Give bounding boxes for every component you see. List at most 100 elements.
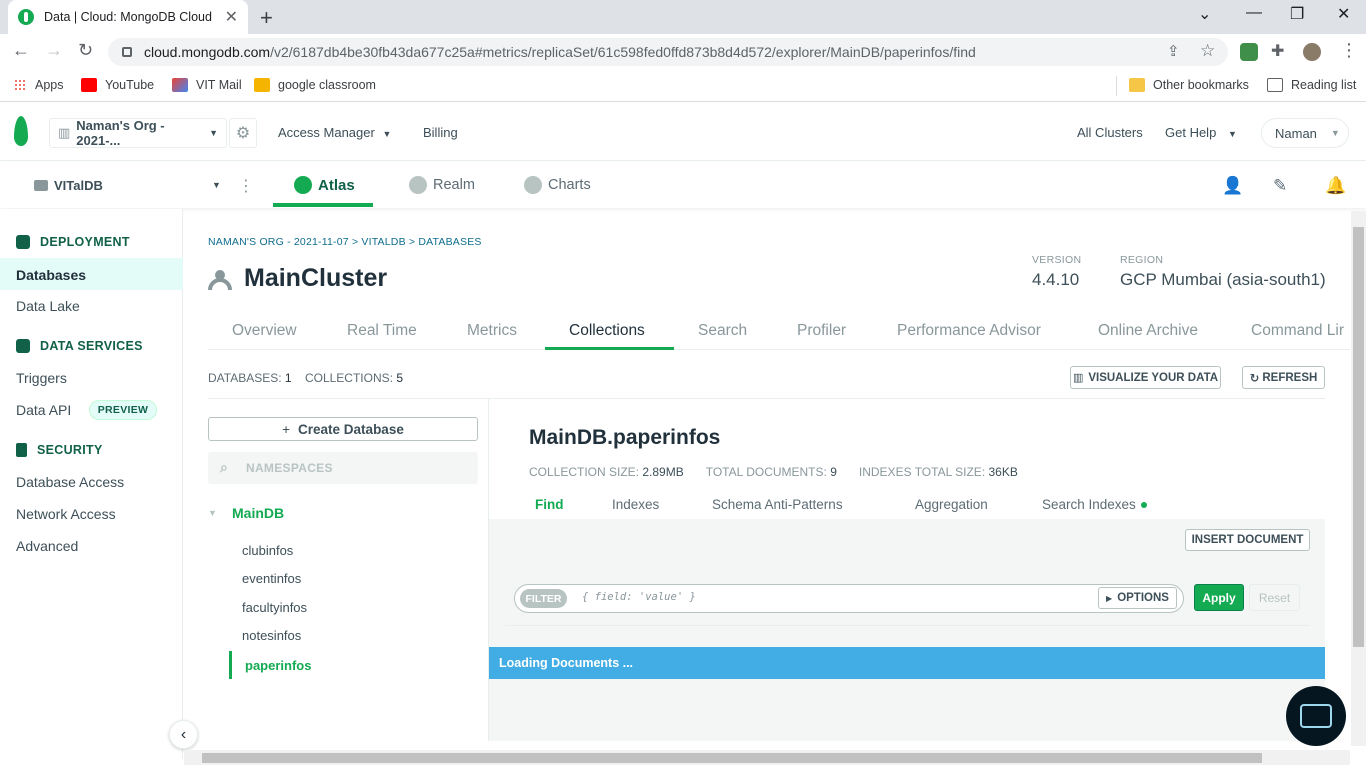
billing-link[interactable]: Billing	[423, 125, 458, 140]
tree-item-clubinfos[interactable]: clubinfos	[242, 543, 293, 558]
browser-tabstrip: Data | Cloud: MongoDB Cloud ✕ + ⌄ — ❐ ✕	[0, 0, 1366, 34]
project-caret-icon[interactable]: ▼	[212, 180, 221, 190]
all-clusters-link[interactable]: All Clusters	[1077, 125, 1143, 140]
mongodb-leaf-icon	[18, 9, 34, 25]
sidebar-item-data-lake[interactable]: Data Lake	[16, 298, 80, 314]
subtab-find[interactable]: Find	[535, 497, 564, 512]
horizontal-scroll-thumb[interactable]	[202, 753, 1262, 763]
apply-button[interactable]: Apply	[1194, 584, 1244, 611]
tree-item-eventinfos[interactable]: eventinfos	[242, 571, 301, 586]
subtab-search-indexes[interactable]: Search Indexes	[1042, 497, 1147, 512]
bookmark-other[interactable]: Other bookmarks	[1129, 78, 1249, 92]
bookmark-vit-mail[interactable]: VIT Mail	[172, 78, 242, 92]
region-value: GCP Mumbai (asia-south1)	[1120, 270, 1326, 289]
caret-down-icon: ▼	[209, 128, 218, 138]
extensions-puzzle-icon[interactable]: ✚	[1271, 41, 1284, 61]
browser-tab[interactable]: Data | Cloud: MongoDB Cloud ✕	[8, 0, 248, 34]
project-selector[interactable]: VITalDB	[34, 178, 103, 193]
user-menu[interactable]: Naman ▼	[1261, 118, 1349, 148]
tab-atlas[interactable]: Atlas	[294, 176, 355, 194]
menu-icon[interactable]: ⋮	[1340, 40, 1358, 61]
reload-icon[interactable]: ↻	[78, 40, 93, 61]
plus-icon: +	[282, 421, 291, 437]
reset-button[interactable]: Reset	[1249, 584, 1300, 611]
tab-realm[interactable]: Realm	[409, 176, 475, 194]
back-icon[interactable]: ←	[12, 40, 30, 61]
sidebar-item-databases[interactable]: Databases	[16, 267, 86, 283]
namespace-search-input[interactable]: ⌕ NAMESPACES	[208, 452, 478, 484]
filter-placeholder: { field: 'value' }	[582, 591, 696, 603]
options-button[interactable]: ▶ OPTIONS	[1098, 587, 1177, 609]
tree-item-notesinfos[interactable]: notesinfos	[242, 628, 301, 643]
access-manager-menu[interactable]: Access Manager ▼	[278, 125, 391, 140]
new-tab-icon[interactable]: +	[260, 5, 273, 31]
close-tab-icon[interactable]: ✕	[225, 7, 238, 27]
folder-icon	[1129, 78, 1145, 92]
breadcrumb[interactable]: NAMAN'S ORG - 2021-11-07 > VITALDB > DAT…	[208, 236, 482, 248]
realm-icon	[409, 176, 427, 194]
region-label: REGION	[1120, 254, 1164, 266]
sidebar-item-data-api[interactable]: Data API	[16, 402, 71, 418]
address-bar[interactable]: cloud.mongodb.com/v2/6187db4be30fb43da67…	[108, 38, 1228, 66]
minimize-icon[interactable]: —	[1246, 4, 1262, 22]
tab-profiler[interactable]: Profiler	[797, 322, 846, 340]
search-icon: ⌕	[220, 459, 229, 475]
tree-item-facultyinfos[interactable]: facultyinfos	[242, 600, 307, 615]
tab-search[interactable]: Search	[698, 322, 747, 340]
bookmark-google-classroom[interactable]: google classroom	[254, 78, 376, 92]
subtab-aggregation[interactable]: Aggregation	[915, 497, 988, 512]
insert-document-button[interactable]: INSERT DOCUMENT	[1185, 529, 1310, 551]
bookmarks-bar: Apps YouTube VIT Mail google classroom O…	[0, 70, 1366, 102]
tab-command-line[interactable]: Command Lir	[1251, 322, 1350, 340]
sidebar-item-network-access[interactable]: Network Access	[16, 506, 116, 522]
version-label: VERSION	[1032, 254, 1082, 266]
vertical-scrollbar[interactable]	[1351, 211, 1366, 746]
sidebar-item-database-access[interactable]: Database Access	[16, 474, 124, 490]
invite-user-icon[interactable]: 👤	[1222, 176, 1243, 196]
org-selector[interactable]: ▥ Naman's Org - 2021-... ▼	[49, 118, 227, 148]
refresh-button[interactable]: ↻ REFRESH	[1242, 366, 1325, 389]
collapse-sidebar-icon[interactable]: ‹	[169, 720, 198, 749]
sidebar-item-advanced[interactable]: Advanced	[16, 538, 78, 554]
bell-icon[interactable]: 🔔	[1325, 176, 1346, 196]
star-icon[interactable]: ☆	[1200, 41, 1215, 61]
tab-online-archive[interactable]: Online Archive	[1098, 322, 1198, 340]
tab-real-time[interactable]: Real Time	[347, 322, 417, 340]
get-help-menu[interactable]: Get Help ▼	[1165, 125, 1237, 140]
restore-icon[interactable]: ❐	[1290, 4, 1304, 24]
sidebar-item-triggers[interactable]: Triggers	[16, 370, 67, 386]
tab-search-icon[interactable]: ⌄	[1198, 4, 1211, 24]
reading-list[interactable]: Reading list	[1267, 78, 1356, 92]
share-icon[interactable]: ⇪	[1167, 42, 1180, 60]
caret-down-icon[interactable]: ▼	[208, 508, 217, 518]
close-window-icon[interactable]: ✕	[1337, 4, 1350, 24]
bookmarks-divider	[1116, 76, 1117, 96]
extension-pen-icon[interactable]	[1240, 43, 1258, 61]
bookmark-youtube[interactable]: YouTube	[81, 78, 154, 92]
atlas-icon	[294, 176, 312, 194]
tree-item-paperinfos[interactable]: paperinfos	[245, 658, 311, 673]
tab-metrics[interactable]: Metrics	[467, 322, 517, 340]
tab-collections[interactable]: Collections	[569, 322, 645, 340]
tree-db-maindb[interactable]: MainDB	[232, 505, 284, 521]
project-menu-icon[interactable]: ⋮	[238, 176, 254, 196]
profile-avatar[interactable]	[1303, 43, 1321, 61]
tab-charts[interactable]: Charts	[524, 176, 591, 194]
cluster-icon	[208, 270, 232, 290]
tab-overview[interactable]: Overview	[232, 322, 297, 340]
version-value: 4.4.10	[1032, 270, 1080, 289]
chat-support-button[interactable]	[1286, 686, 1346, 746]
visualize-data-button[interactable]: ▥ VISUALIZE YOUR DATA	[1070, 366, 1221, 389]
create-database-button[interactable]: + Create Database	[208, 417, 478, 441]
bookmark-apps[interactable]: Apps	[14, 78, 64, 92]
gear-icon[interactable]: ⚙	[229, 118, 257, 148]
vertical-scroll-thumb[interactable]	[1353, 227, 1364, 647]
subtab-schema-anti-patterns[interactable]: Schema Anti-Patterns	[712, 497, 843, 512]
horizontal-scrollbar[interactable]	[184, 750, 1350, 765]
tab-performance-advisor[interactable]: Performance Advisor	[897, 322, 1041, 340]
forward-icon[interactable]: →	[45, 40, 63, 61]
lock-icon	[16, 443, 27, 457]
url-host: cloud.mongodb.com	[144, 44, 271, 60]
activity-feed-icon[interactable]: ✎	[1273, 176, 1287, 196]
subtab-indexes[interactable]: Indexes	[612, 497, 659, 512]
